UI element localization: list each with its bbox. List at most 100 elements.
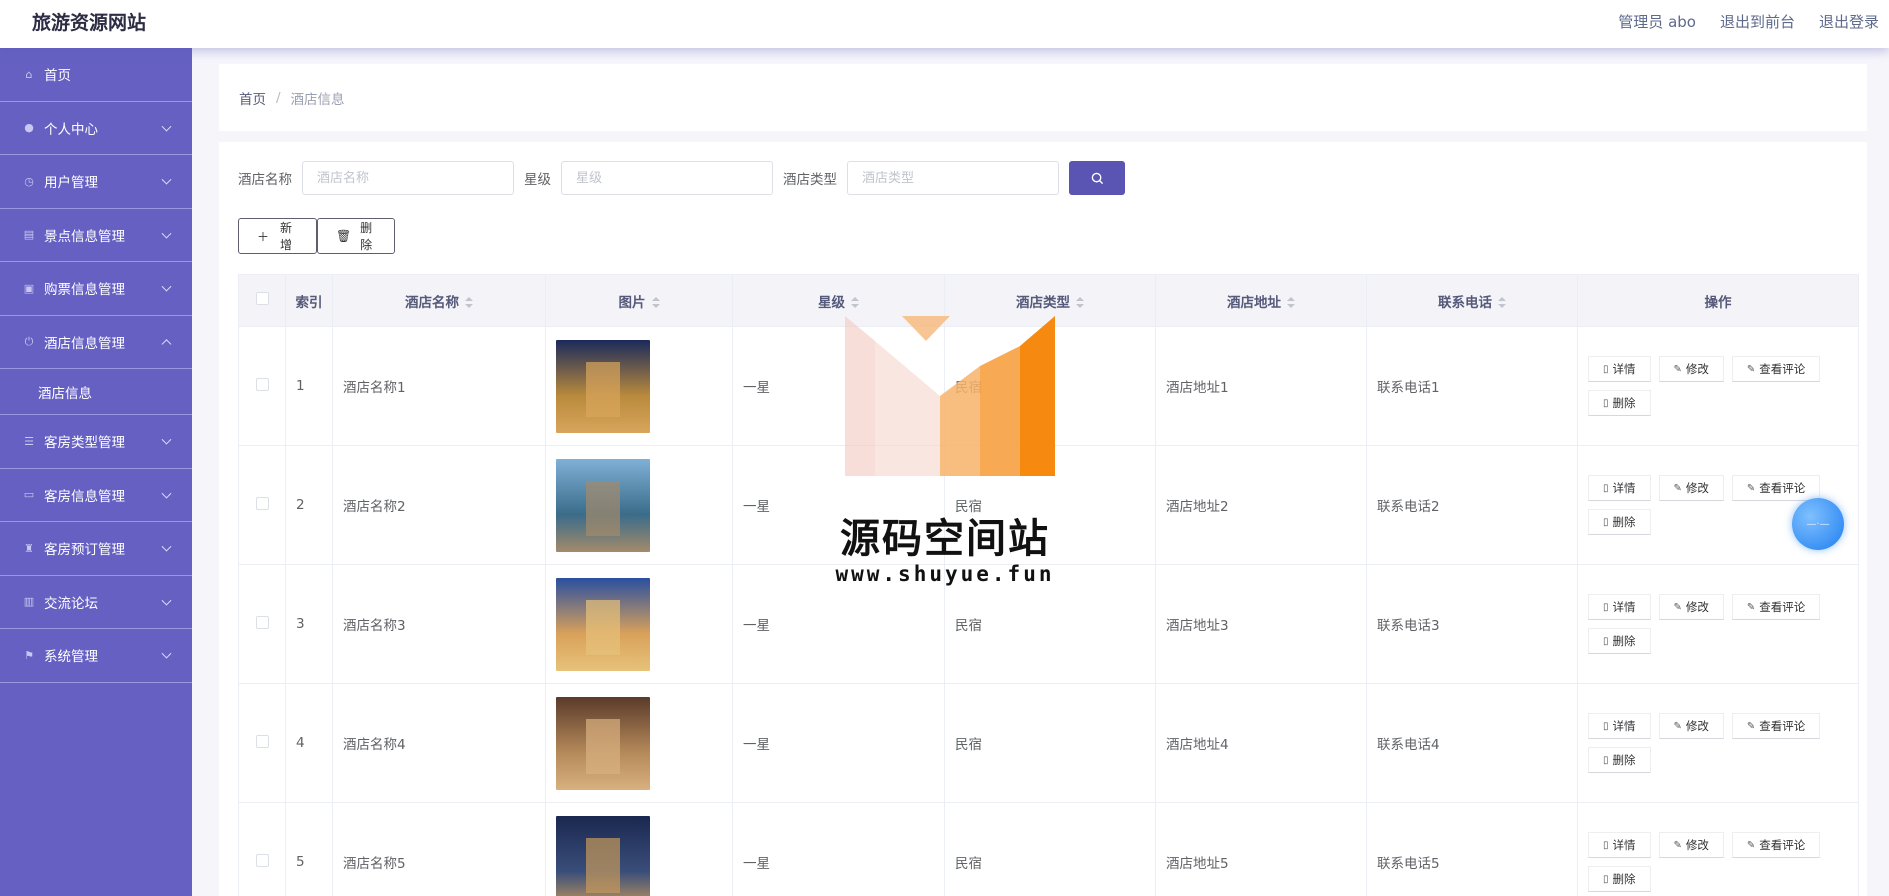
- table-row[interactable]: 4 酒店名称4 一星 民宿 酒店地址4 联系电话4 ▯ 详情 ✎ 修改 ✎ 查看评论 ▯ 删除: [238, 683, 1859, 803]
- sidebar-item-user-management[interactable]: ◷ 用户管理: [0, 155, 192, 209]
- sort-icon[interactable]: [1498, 297, 1506, 308]
- breadcrumb-home[interactable]: 首页: [239, 88, 266, 108]
- logout-link[interactable]: 退出登录: [1819, 11, 1879, 32]
- sidebar-item-room-type-management[interactable]: ☰ 客房类型管理: [0, 415, 192, 469]
- sort-icon[interactable]: [465, 297, 473, 308]
- row-delete-label: 删除: [1612, 396, 1636, 410]
- sidebar-item-forum[interactable]: ▥ 交流论坛: [0, 576, 192, 629]
- col-hotel-type[interactable]: 酒店类型: [944, 274, 1156, 327]
- hotel-image[interactable]: [556, 339, 650, 433]
- edit-button[interactable]: ✎ 修改: [1658, 356, 1724, 382]
- edit-button[interactable]: ✎ 修改: [1658, 594, 1724, 620]
- sidebar-item-hotel-management[interactable]: ⏻ 酒店信息管理: [0, 316, 192, 369]
- index-cell: 2: [285, 445, 333, 565]
- document-icon: ▯: [1603, 839, 1609, 851]
- row-delete-button[interactable]: ▯ 删除: [1588, 747, 1651, 773]
- breadcrumb: 首页 / 酒店信息: [219, 64, 1867, 131]
- row-select-cell: [238, 564, 286, 684]
- sort-icon[interactable]: [1287, 297, 1295, 308]
- col-star[interactable]: 星级: [732, 274, 945, 327]
- sidebar-item-label: 景点信息管理: [44, 228, 125, 245]
- sidebar-subitem-hotel-info[interactable]: 酒店信息: [0, 369, 192, 415]
- document-icon: ▯: [1603, 720, 1609, 732]
- sidebar-item-personal-center[interactable]: ● 个人中心: [0, 102, 192, 155]
- row-delete-button[interactable]: ▯ 删除: [1588, 866, 1651, 892]
- sidebar-item-label: 客房预订管理: [44, 542, 125, 559]
- sort-icon[interactable]: [651, 297, 660, 308]
- col-phone[interactable]: 联系电话: [1366, 274, 1578, 327]
- ops-cell: ▯ 详情 ✎ 修改 ✎ 查看评论 ▯ 删除: [1577, 683, 1859, 803]
- star-input[interactable]: [561, 161, 773, 195]
- sidebar-item-room-info-management[interactable]: ▭ 客房信息管理: [0, 469, 192, 522]
- view-comments-button[interactable]: ✎ 查看评论: [1731, 475, 1821, 501]
- chevron-down-icon: [161, 121, 172, 132]
- hotel-image[interactable]: [556, 696, 650, 790]
- breadcrumb-current: 酒店信息: [290, 91, 345, 108]
- row-delete-button[interactable]: ▯ 删除: [1588, 390, 1651, 416]
- view-comments-button[interactable]: ✎ 查看评论: [1731, 832, 1821, 858]
- sidebar-item-attraction-management[interactable]: ▤ 景点信息管理: [0, 209, 192, 262]
- row-select-cell: [238, 802, 286, 896]
- search-button[interactable]: [1069, 161, 1125, 195]
- sidebar-item-system-management[interactable]: ⚑ 系统管理: [0, 629, 192, 683]
- hotel-type-input[interactable]: [847, 161, 1059, 195]
- select-all-checkbox[interactable]: [255, 292, 269, 305]
- detail-button[interactable]: ▯ 详情: [1588, 356, 1651, 382]
- user-icon: ●: [24, 121, 34, 135]
- row-delete-label: 删除: [1612, 634, 1636, 648]
- table-row[interactable]: 5 酒店名称5 一星 民宿 酒店地址5 联系电话5 ▯ 详情 ✎ 修改 ✎ 查看评论 ▯ 删除: [238, 802, 1859, 896]
- pencil-icon: ✎: [1673, 363, 1682, 375]
- delete-button[interactable]: 🗑 删除: [317, 218, 395, 254]
- detail-button[interactable]: ▯ 详情: [1588, 594, 1651, 620]
- hotel-name-cell: 酒店名称3: [332, 564, 546, 684]
- sort-icon[interactable]: [1076, 297, 1084, 308]
- app-title: 旅游资源网站: [32, 12, 147, 34]
- row-checkbox[interactable]: [255, 615, 269, 629]
- detail-label: 详情: [1612, 600, 1636, 614]
- breadcrumb-separator: /: [276, 89, 281, 106]
- sidebar-item-room-booking-management[interactable]: ♜ 客房预订管理: [0, 522, 192, 576]
- view-comments-button[interactable]: ✎ 查看评论: [1731, 356, 1821, 382]
- detail-button[interactable]: ▯ 详情: [1588, 713, 1651, 739]
- pencil-icon: ✎: [1673, 601, 1682, 613]
- row-checkbox[interactable]: [255, 377, 269, 391]
- sort-icon[interactable]: [851, 297, 859, 308]
- hotel-image[interactable]: [556, 815, 650, 896]
- row-actions: ▯ 详情 ✎ 修改 ✎ 查看评论 ▯ 删除: [1588, 594, 1838, 654]
- add-button[interactable]: ＋ 新增: [238, 218, 317, 254]
- col-hotel-name[interactable]: 酒店名称: [332, 274, 546, 327]
- ops-cell: ▯ 详情 ✎ 修改 ✎ 查看评论 ▯ 删除: [1577, 564, 1859, 684]
- detail-label: 详情: [1612, 838, 1636, 852]
- edit-button[interactable]: ✎ 修改: [1658, 713, 1724, 739]
- exit-to-front-link[interactable]: 退出到前台: [1720, 11, 1795, 32]
- view-comments-label: 查看评论: [1759, 838, 1806, 852]
- hotel-image[interactable]: [556, 577, 650, 671]
- view-comments-button[interactable]: ✎ 查看评论: [1731, 594, 1821, 620]
- row-checkbox[interactable]: [255, 496, 269, 510]
- row-checkbox[interactable]: [255, 734, 269, 748]
- row-checkbox[interactable]: [255, 853, 269, 867]
- sidebar-item-home[interactable]: ⌂ 首页: [0, 48, 192, 102]
- floating-assist-button[interactable]: —·—: [1792, 498, 1844, 550]
- col-image[interactable]: 图片: [545, 274, 733, 327]
- col-address[interactable]: 酒店地址: [1155, 274, 1367, 327]
- sidebar-item-label: 个人中心: [44, 121, 98, 138]
- chevron-down-icon: [161, 541, 172, 552]
- row-delete-label: 删除: [1612, 872, 1636, 886]
- row-delete-button[interactable]: ▯ 删除: [1588, 509, 1651, 535]
- edit-button[interactable]: ✎ 修改: [1658, 832, 1724, 858]
- trash-icon: 🗑: [336, 229, 352, 243]
- row-delete-button[interactable]: ▯ 删除: [1588, 628, 1651, 654]
- detail-button[interactable]: ▯ 详情: [1588, 475, 1651, 501]
- flag-icon: ⚑: [24, 648, 34, 662]
- view-comments-button[interactable]: ✎ 查看评论: [1731, 713, 1821, 739]
- admin-user-label[interactable]: 管理员 abo: [1618, 11, 1696, 32]
- edit-button[interactable]: ✎ 修改: [1658, 475, 1724, 501]
- trash-icon: ▯: [1603, 397, 1609, 409]
- phone-cell: 联系电话2: [1366, 445, 1578, 565]
- table-row[interactable]: 1 酒店名称1 一星 民宿 酒店地址1 联系电话1 ▯ 详情 ✎ 修改 ✎ 查看评论 ▯ 删除: [238, 326, 1859, 446]
- hotel-name-input[interactable]: [302, 161, 514, 195]
- sidebar-item-ticket-management[interactable]: ▣ 购票信息管理: [0, 262, 192, 316]
- hotel-image[interactable]: [556, 458, 650, 552]
- detail-button[interactable]: ▯ 详情: [1588, 832, 1651, 858]
